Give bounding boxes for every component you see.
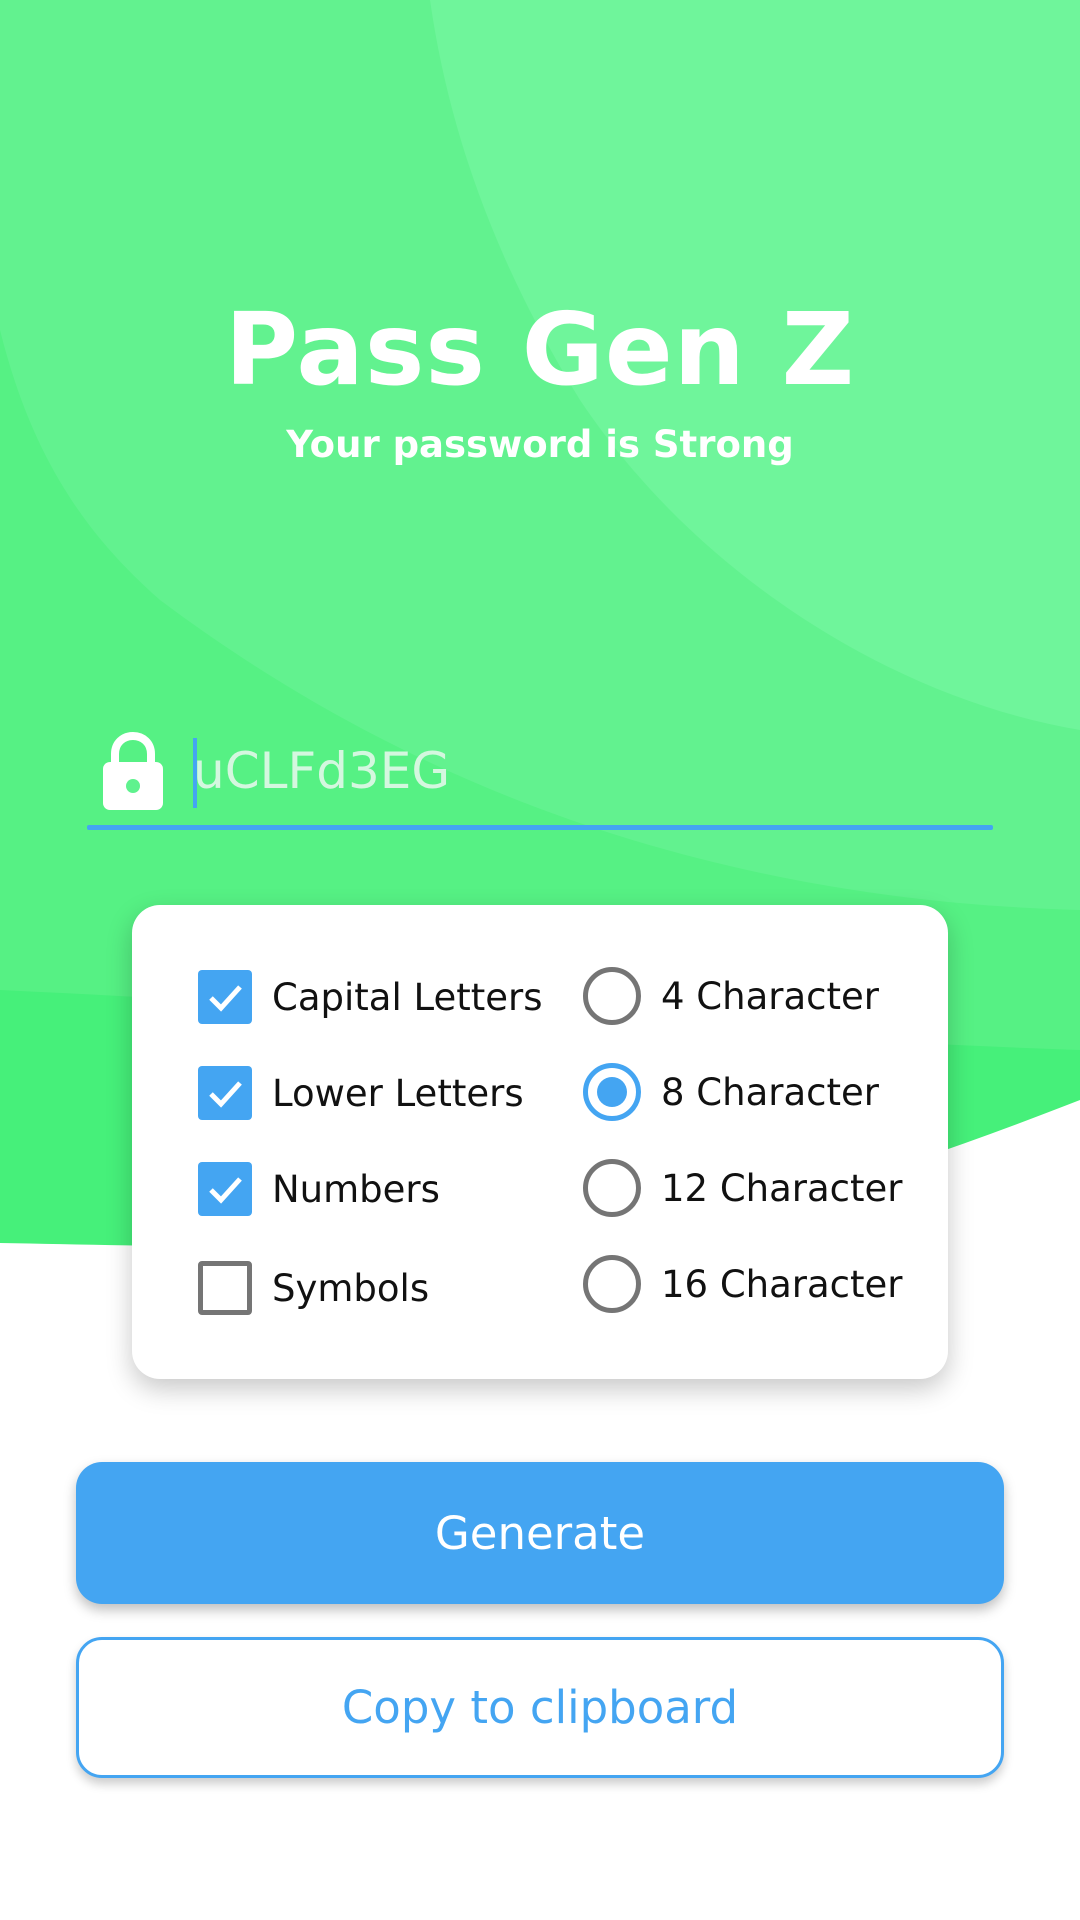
text-cursor	[193, 738, 197, 808]
radio-unselected[interactable]	[583, 1255, 641, 1313]
option-label: Symbols	[272, 1266, 430, 1310]
radio-selected[interactable]	[583, 1063, 641, 1121]
password-input[interactable]	[193, 736, 953, 806]
option-label: 16 Character	[661, 1262, 903, 1306]
radio-dot	[597, 1077, 627, 1107]
radio-unselected[interactable]	[583, 1159, 641, 1217]
option-lower-letters[interactable]: Lower Letters	[198, 1063, 524, 1123]
option-capital-letters[interactable]: Capital Letters	[198, 967, 543, 1027]
app-title: Pass Gen Z	[224, 291, 856, 408]
password-strength-text: Your password is Strong	[286, 423, 794, 466]
checkbox-checked[interactable]	[198, 1162, 252, 1216]
option-label: Lower Letters	[272, 1071, 524, 1115]
option-label: Numbers	[272, 1167, 440, 1211]
checkmark-icon	[209, 985, 242, 1012]
app-screen: Pass Gen Z Your password is Strong Capit…	[0, 0, 1080, 1920]
password-underline	[87, 825, 993, 830]
option-4-character[interactable]: 4 Character	[583, 966, 879, 1026]
checkbox-unchecked[interactable]	[198, 1261, 252, 1315]
option-8-character[interactable]: 8 Character	[583, 1062, 879, 1122]
checkbox-checked[interactable]	[198, 1066, 252, 1120]
generate-button[interactable]: Generate	[76, 1462, 1004, 1604]
copy-to-clipboard-button[interactable]: Copy to clipboard	[76, 1637, 1004, 1778]
checkmark-icon	[209, 1081, 242, 1108]
password-field[interactable]	[87, 720, 993, 830]
checkmark-icon	[209, 1177, 242, 1204]
checkbox-checked[interactable]	[198, 970, 252, 1024]
options-card: Capital Letters Lower Letters Numbers Sy…	[132, 905, 948, 1379]
option-numbers[interactable]: Numbers	[198, 1159, 440, 1219]
option-symbols[interactable]: Symbols	[198, 1258, 429, 1318]
lock-icon	[103, 732, 163, 810]
radio-unselected[interactable]	[583, 967, 641, 1025]
option-label: 4 Character	[661, 974, 879, 1018]
option-label: 8 Character	[661, 1070, 879, 1114]
option-12-character[interactable]: 12 Character	[583, 1158, 903, 1218]
option-label: Capital Letters	[272, 975, 543, 1019]
option-16-character[interactable]: 16 Character	[583, 1254, 903, 1314]
option-label: 12 Character	[661, 1166, 903, 1210]
